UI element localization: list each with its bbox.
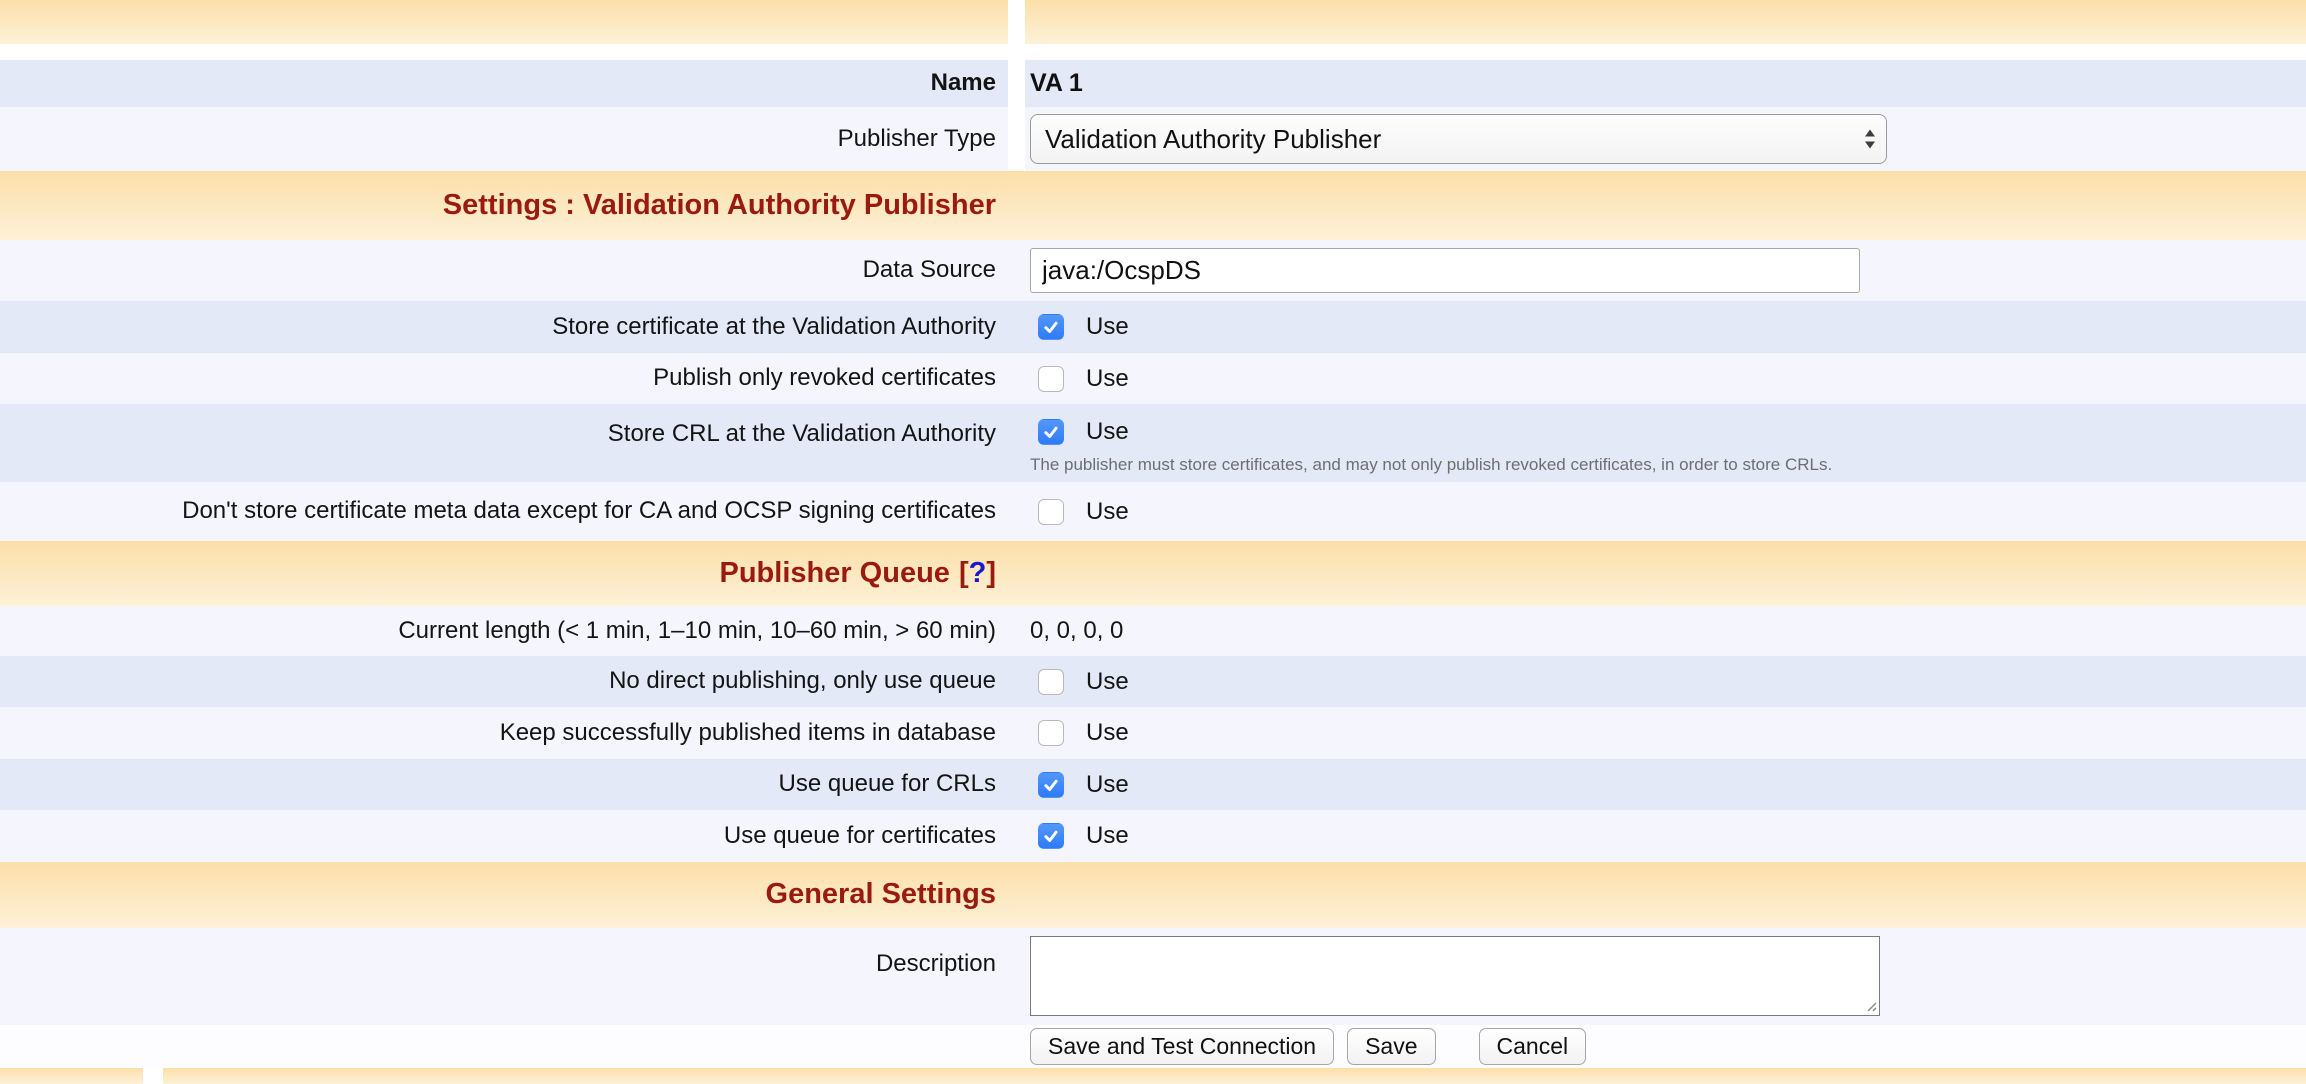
store-certificate-label: Store certificate at the Validation Auth…: [552, 313, 996, 342]
bottom-column-gap: [143, 1068, 163, 1084]
store-crl-label: Store CRL at the Validation Authority: [608, 420, 996, 449]
select-stepper-icon: [1863, 127, 1877, 151]
store-crl-use-label: Use: [1086, 418, 1129, 446]
settings-section-title: Settings : Validation Authority Publishe…: [443, 190, 996, 222]
column-gap: [1008, 60, 1025, 107]
use-queue-crls-checkbox[interactable]: [1038, 772, 1064, 798]
check-icon: [1042, 827, 1060, 845]
publish-only-revoked-use-label: Use: [1086, 365, 1129, 393]
column-gap: [1008, 107, 1025, 171]
store-certificate-checkbox[interactable]: [1038, 314, 1064, 340]
use-queue-certificates-checkbox[interactable]: [1038, 823, 1064, 849]
store-crl-row: Store CRL at the Validation Authority Us…: [0, 404, 2306, 482]
publisher-queue-header-row: Publisher Queue [?]: [0, 541, 2306, 606]
publisher-type-select[interactable]: Validation Authority Publisher: [1030, 114, 1887, 164]
publisher-queue-title-text: Publisher Queue: [719, 557, 949, 589]
use-queue-crls-label: Use queue for CRLs: [779, 770, 996, 799]
keep-published-items-label: Keep successfully published items in dat…: [500, 719, 996, 748]
description-label: Description: [876, 950, 996, 979]
dont-store-meta-label: Don't store certificate meta data except…: [182, 497, 996, 526]
publish-only-revoked-checkbox[interactable]: [1038, 366, 1064, 392]
top-spacer-right: [1025, 0, 2306, 44]
publisher-queue-help-link[interactable]: ?: [969, 557, 987, 589]
store-crl-checkbox[interactable]: [1038, 419, 1064, 445]
help-bracket-open: [: [959, 557, 969, 589]
top-spacer-row: [0, 0, 2306, 44]
top-spacer-left: [0, 0, 1008, 44]
data-source-row: Data Source: [0, 240, 2306, 301]
use-queue-certificates-label: Use queue for certificates: [724, 822, 996, 851]
use-queue-crls-use-label: Use: [1086, 771, 1129, 799]
publisher-queue-section-title: Publisher Queue [?]: [719, 558, 996, 590]
settings-section-header-row: Settings : Validation Authority Publishe…: [0, 171, 2306, 240]
save-and-test-connection-button[interactable]: Save and Test Connection: [1030, 1028, 1334, 1065]
check-icon: [1042, 776, 1060, 794]
publish-only-revoked-row: Publish only revoked certificates Use: [0, 353, 2306, 404]
name-row: Name VA 1: [0, 60, 2306, 107]
general-settings-section-title: General Settings: [766, 879, 996, 911]
publisher-type-row: Publisher Type Validation Authority Publ…: [0, 107, 2306, 171]
data-source-input[interactable]: [1030, 248, 1860, 293]
no-direct-publishing-label: No direct publishing, only use queue: [609, 667, 996, 696]
publisher-type-label: Publisher Type: [838, 125, 996, 154]
queue-length-label: Current length (< 1 min, 1–10 min, 10–60…: [398, 617, 996, 646]
dont-store-meta-checkbox[interactable]: [1038, 499, 1064, 525]
queue-length-value: 0, 0, 0, 0: [1030, 617, 1123, 645]
use-queue-certificates-row: Use queue for certificates Use: [0, 810, 2306, 862]
check-icon: [1042, 318, 1060, 336]
name-label: Name: [931, 69, 996, 98]
queue-length-row: Current length (< 1 min, 1–10 min, 10–60…: [0, 606, 2306, 656]
form-actions-row: Save and Test Connection Save Cancel: [0, 1025, 2306, 1068]
store-crl-note: The publisher must store certificates, a…: [1030, 454, 2306, 475]
save-button[interactable]: Save: [1347, 1028, 1435, 1065]
edit-publisher-page: Name VA 1 Publisher Type Validation Auth…: [0, 0, 2306, 1084]
description-textarea[interactable]: [1030, 936, 1880, 1016]
publisher-type-selected-option: Validation Authority Publisher: [1045, 124, 1381, 155]
bottom-section-row: [0, 1068, 2306, 1084]
check-icon: [1042, 423, 1060, 441]
keep-published-items-checkbox[interactable]: [1038, 720, 1064, 746]
no-direct-publishing-checkbox[interactable]: [1038, 669, 1064, 695]
store-certificate-row: Store certificate at the Validation Auth…: [0, 301, 2306, 353]
column-gap: [1008, 0, 1025, 44]
dont-store-meta-use-label: Use: [1086, 498, 1129, 526]
help-bracket-close: ]: [986, 557, 996, 589]
use-queue-crls-row: Use queue for CRLs Use: [0, 759, 2306, 810]
name-value: VA 1: [1030, 69, 1083, 98]
dont-store-meta-row: Don't store certificate meta data except…: [0, 482, 2306, 541]
general-settings-header-row: General Settings: [0, 862, 2306, 928]
no-direct-publishing-use-label: Use: [1086, 668, 1129, 696]
use-queue-certificates-use-label: Use: [1086, 822, 1129, 850]
data-source-label: Data Source: [863, 256, 996, 285]
white-spacer-row: [0, 44, 2306, 60]
publish-only-revoked-label: Publish only revoked certificates: [653, 364, 996, 393]
store-certificate-use-label: Use: [1086, 313, 1129, 341]
no-direct-publishing-row: No direct publishing, only use queue Use: [0, 656, 2306, 707]
keep-published-items-row: Keep successfully published items in dat…: [0, 707, 2306, 759]
keep-published-items-use-label: Use: [1086, 719, 1129, 747]
description-row: Description: [0, 928, 2306, 1025]
cancel-button[interactable]: Cancel: [1479, 1028, 1587, 1065]
